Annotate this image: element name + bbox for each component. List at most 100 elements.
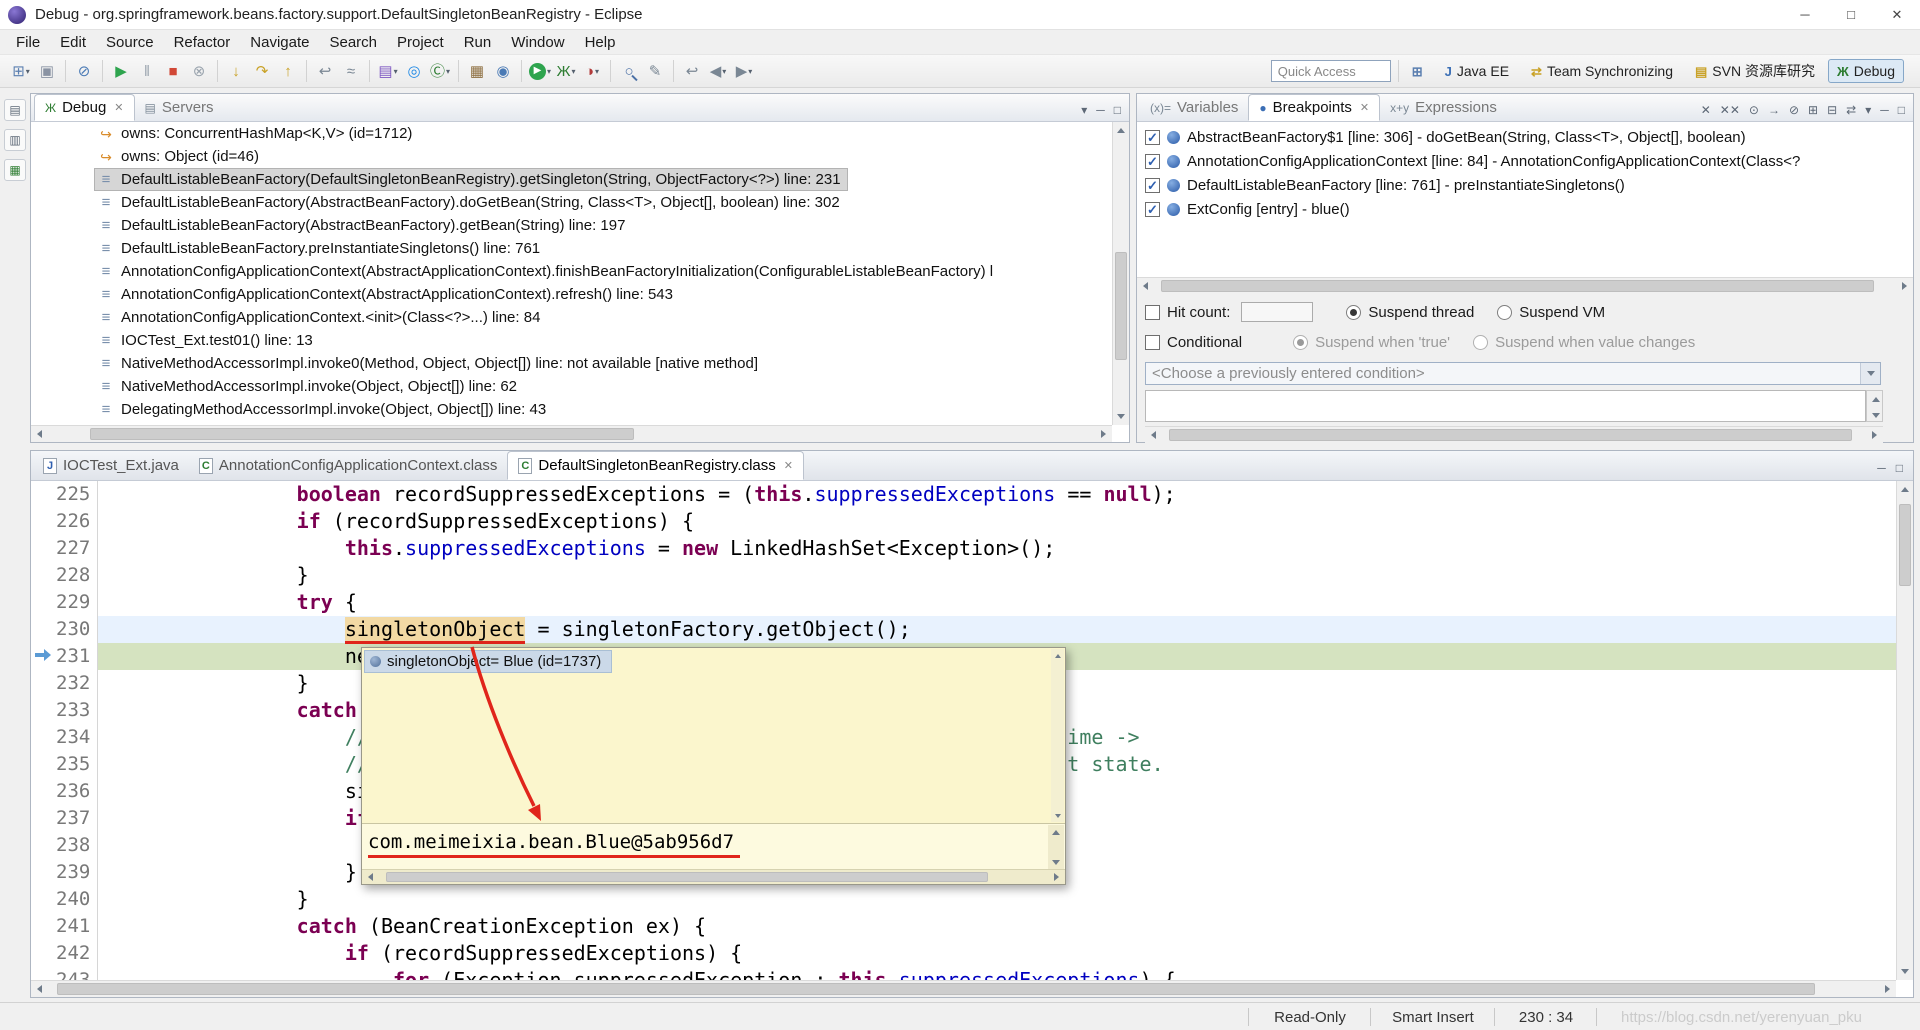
maximize-button[interactable]: □ [1828, 0, 1874, 30]
editor-vertical-scrollbar[interactable] [1896, 481, 1913, 980]
breakpoint-row[interactable]: ExtConfig [entry] - blue() [1137, 197, 1913, 221]
editor-tab-ioctest-ext-java[interactable]: J IOCTest_Ext.java [33, 451, 189, 480]
disconnect-button[interactable]: ⊗ [186, 58, 212, 84]
code-line[interactable]: } [98, 886, 1913, 913]
stack-frame-row[interactable]: ≡ AnnotationConfigApplicationContext.<ini… [31, 306, 1112, 329]
scrollbar-thumb[interactable] [1899, 504, 1911, 586]
line-number[interactable]: 242 [56, 940, 90, 967]
breakpoint-checkbox[interactable] [1145, 129, 1160, 145]
code-line[interactable]: try { [98, 589, 1913, 616]
tab-expressions[interactable]: x+y Expressions [1380, 94, 1507, 121]
line-number[interactable]: 239 [56, 859, 90, 886]
line-number[interactable]: 231 [56, 643, 90, 670]
scroll-up-icon[interactable] [1048, 825, 1064, 840]
drop-to-frame-button[interactable]: ↩ [312, 58, 338, 84]
annotation-ruler[interactable] [31, 481, 56, 980]
perspective-svn-button[interactable]: ▤ SVN 资源库研究 [1686, 57, 1824, 85]
terminate-button[interactable]: ■ [160, 58, 186, 84]
owned-monitor-row[interactable]: ↪ owns: Object (id=46) [31, 145, 1112, 168]
condition-horizontal-scrollbar[interactable] [1145, 426, 1883, 443]
step-return-button[interactable]: ↑ [275, 58, 301, 84]
code-line[interactable]: if (recordSuppressedExceptions) { [98, 508, 1913, 535]
stack-frame-row[interactable]: ≡ DefaultListableBeanFactory(DefaultSingl… [31, 168, 1112, 191]
scrollbar-thumb[interactable] [1169, 429, 1852, 441]
scroll-right-icon[interactable] [1879, 981, 1896, 998]
code-line[interactable]: this.suppressedExceptions = new LinkedHa… [98, 535, 1913, 562]
menu-project[interactable]: Project [387, 32, 454, 53]
menu-help[interactable]: Help [575, 32, 626, 53]
line-number[interactable]: 230 [56, 616, 90, 643]
line-number[interactable]: 241 [56, 913, 90, 940]
scroll-up-icon[interactable] [1897, 481, 1914, 498]
step-over-button[interactable]: ↷ [249, 58, 275, 84]
scrollbar-thumb[interactable] [385, 872, 988, 882]
quick-access-input[interactable] [1270, 60, 1391, 82]
editor-tab-defaultsingletonbeanregistry-class[interactable]: C DefaultSingletonBeanRegistry.class ✕ [507, 451, 804, 480]
line-number[interactable]: 238 [56, 832, 90, 859]
scroll-down-icon[interactable] [1867, 407, 1884, 423]
scroll-up-icon[interactable] [1867, 391, 1884, 407]
breakpoint-checkbox[interactable] [1145, 153, 1160, 169]
scroll-right-icon[interactable] [1896, 278, 1913, 295]
menu-source[interactable]: Source [96, 32, 164, 53]
line-number[interactable]: 232 [56, 670, 90, 697]
hit-count-checkbox[interactable] [1145, 304, 1160, 320]
scroll-left-icon[interactable] [31, 426, 48, 443]
line-number[interactable]: 225 [56, 481, 90, 508]
breakpoints-horizontal-scrollbar[interactable] [1137, 277, 1913, 294]
stack-frame-row[interactable]: ≡ NativeMethodAccessorImpl.invoke(Object,… [31, 375, 1112, 398]
scroll-up-icon[interactable] [1051, 649, 1064, 662]
popup-horizontal-scrollbar[interactable] [362, 869, 1065, 884]
line-number[interactable]: 240 [56, 886, 90, 913]
scrollbar-thumb[interactable] [1115, 251, 1127, 360]
close-tab-icon[interactable]: ✕ [784, 459, 793, 472]
stack-frame-row[interactable]: ≡ AnnotationConfigApplicationContext(Abst… [31, 283, 1112, 306]
tab-variables[interactable]: (x)= Variables [1140, 94, 1248, 121]
scrollbar-thumb[interactable] [1161, 280, 1874, 292]
code-line[interactable]: singletonObject = singletonFactory.getOb… [98, 616, 1913, 643]
line-number[interactable]: 243 [56, 967, 90, 980]
export-jar-button[interactable]: ▦ [464, 58, 490, 84]
code-line[interactable]: catch (BeanCreationException ex) { [98, 913, 1913, 940]
scroll-left-icon[interactable] [1145, 427, 1162, 444]
scroll-left-icon[interactable] [362, 870, 379, 885]
skip-all-breakpoints-icon[interactable]: ⊘ [1789, 104, 1799, 116]
stack-frame-row[interactable]: ≡ DefaultListableBeanFactory.preInstantia… [31, 237, 1112, 260]
resume-button[interactable]: ▶ [108, 58, 134, 84]
remove-all-breakpoints-icon[interactable]: ✕✕ [1720, 104, 1740, 116]
maximize-view-icon[interactable]: □ [1898, 104, 1905, 116]
menu-edit[interactable]: Edit [50, 32, 96, 53]
run-button[interactable]: ▶ ▾ [527, 58, 553, 84]
breakpoint-row[interactable]: AnnotationConfigApplicationContext [line… [1137, 149, 1913, 173]
stack-frame-row[interactable]: ≡ DelegatingMethodAccessorImpl.invoke(Obj… [31, 398, 1112, 421]
stack-frame-row[interactable]: ≡ AnnotationConfigApplicationContext(Abst… [31, 260, 1112, 283]
line-number[interactable]: 227 [56, 535, 90, 562]
editor-horizontal-scrollbar[interactable] [31, 980, 1896, 997]
code-line[interactable]: boolean recordSuppressedExceptions = (th… [98, 481, 1913, 508]
minimize-view-icon[interactable]: ─ [1096, 104, 1105, 116]
stack-frame-row[interactable]: ≡ IOCTest_Ext.test01() line: 13 [31, 329, 1112, 352]
line-number[interactable]: 228 [56, 562, 90, 589]
line-number[interactable]: 234 [56, 724, 90, 751]
perspective-debug-button[interactable]: Ж Debug [1827, 59, 1904, 83]
outline-view-icon[interactable]: ▥ [4, 129, 26, 151]
forward-button[interactable]: ▶ ▾ [731, 58, 757, 84]
popup-detail-scrollbar[interactable] [1048, 825, 1064, 870]
scroll-up-icon[interactable] [1113, 122, 1130, 139]
close-button[interactable]: ✕ [1874, 0, 1920, 30]
scrollbar-thumb[interactable] [57, 983, 1815, 995]
close-tab-icon[interactable]: ✕ [1360, 101, 1369, 114]
menu-run[interactable]: Run [454, 32, 502, 53]
scroll-left-icon[interactable] [1137, 278, 1154, 295]
flashlight-search-button[interactable]: ◉ [490, 58, 516, 84]
view-menu-icon[interactable]: ▾ [1865, 104, 1871, 116]
scroll-right-icon[interactable] [1048, 870, 1065, 885]
breakpoint-row[interactable]: AbstractBeanFactory$1 [line: 306] - doGe… [1137, 125, 1913, 149]
line-number[interactable]: 236 [56, 778, 90, 805]
restore-views-icon[interactable]: ▤ [4, 99, 26, 121]
scroll-right-icon[interactable] [1866, 427, 1883, 444]
code-line[interactable]: if (recordSuppressedExceptions) { [98, 940, 1913, 967]
scroll-down-icon[interactable] [1113, 408, 1130, 425]
stack-frame-row[interactable]: ≡ NativeMethodAccessorImpl.invoke0(Method… [31, 352, 1112, 375]
menu-file[interactable]: File [6, 32, 50, 53]
